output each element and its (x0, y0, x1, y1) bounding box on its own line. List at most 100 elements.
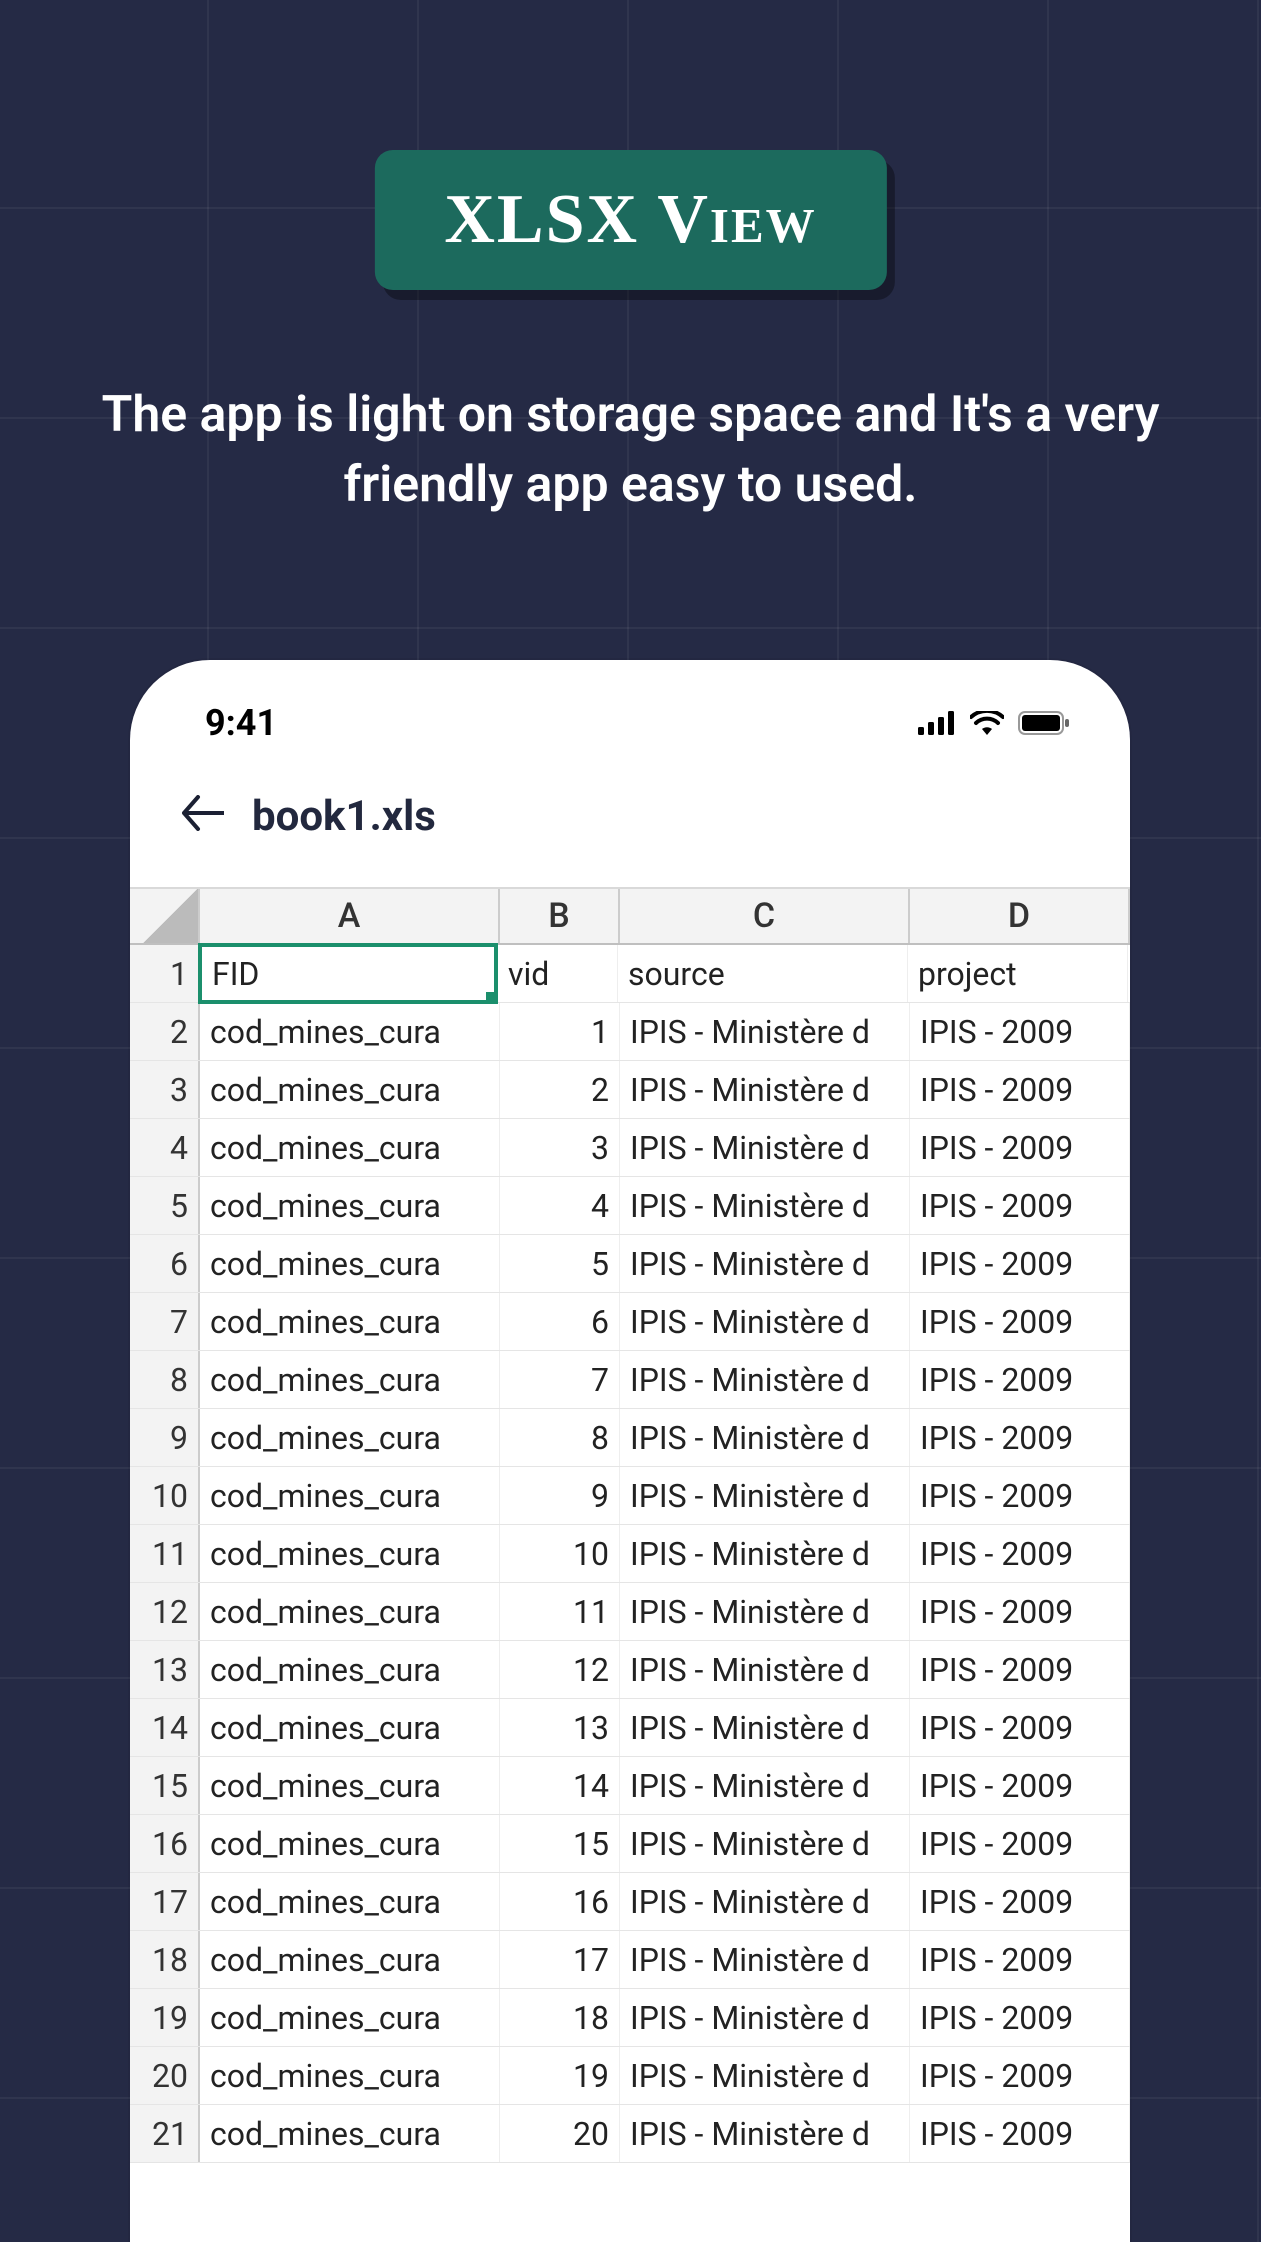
row-header[interactable]: 2 (130, 1003, 200, 1060)
row-header[interactable]: 20 (130, 2047, 200, 2104)
cell[interactable]: 19 (500, 2047, 620, 2104)
cell[interactable]: IPIS - 2009 (910, 1177, 1130, 1234)
cell[interactable]: 10 (500, 1525, 620, 1582)
cell[interactable]: IPIS - 2009 (910, 1699, 1130, 1756)
cell[interactable]: 4 (500, 1177, 620, 1234)
cell[interactable]: IPIS - 2009 (910, 2105, 1130, 2162)
cell[interactable]: cod_mines_cura (200, 1641, 500, 1698)
cell[interactable]: cod_mines_cura (200, 1583, 500, 1640)
cell[interactable]: 16 (500, 1873, 620, 1930)
cell[interactable]: IPIS - Ministère d (620, 1757, 910, 1814)
cell[interactable]: IPIS - 2009 (910, 1815, 1130, 1872)
cell[interactable]: IPIS - 2009 (910, 1641, 1130, 1698)
cell[interactable]: 3 (500, 1119, 620, 1176)
row-header[interactable]: 19 (130, 1989, 200, 2046)
row-header[interactable]: 8 (130, 1351, 200, 1408)
cell[interactable]: IPIS - Ministère d (620, 1583, 910, 1640)
cell[interactable]: cod_mines_cura (200, 1757, 500, 1814)
cell[interactable]: cod_mines_cura (200, 1699, 500, 1756)
cell[interactable]: cod_mines_cura (200, 1931, 500, 1988)
cell[interactable]: cod_mines_cura (200, 1815, 500, 1872)
cell[interactable]: IPIS - 2009 (910, 1989, 1130, 2046)
row-header[interactable]: 15 (130, 1757, 200, 1814)
cell[interactable]: cod_mines_cura (200, 1003, 500, 1060)
cell[interactable]: IPIS - 2009 (910, 1757, 1130, 1814)
cell[interactable]: IPIS - Ministère d (620, 1467, 910, 1524)
row-header[interactable]: 4 (130, 1119, 200, 1176)
cell[interactable]: vid (498, 945, 618, 1002)
cell[interactable]: cod_mines_cura (200, 1177, 500, 1234)
cell[interactable]: IPIS - Ministère d (620, 1235, 910, 1292)
cell[interactable]: cod_mines_cura (200, 1467, 500, 1524)
cell[interactable]: IPIS - Ministère d (620, 2047, 910, 2104)
row-header[interactable]: 1 (130, 945, 200, 1002)
cell[interactable]: cod_mines_cura (200, 1351, 500, 1408)
row-header[interactable]: 10 (130, 1467, 200, 1524)
cell[interactable]: IPIS - Ministère d (620, 1815, 910, 1872)
cell[interactable]: IPIS - 2009 (910, 1931, 1130, 1988)
cell[interactable]: 13 (500, 1699, 620, 1756)
cell[interactable]: cod_mines_cura (200, 1235, 500, 1292)
cell[interactable]: IPIS - 2009 (910, 1583, 1130, 1640)
cell[interactable]: IPIS - Ministère d (620, 1989, 910, 2046)
cell[interactable]: cod_mines_cura (200, 1409, 500, 1466)
cell[interactable]: IPIS - 2009 (910, 1003, 1130, 1060)
cell[interactable]: 5 (500, 1235, 620, 1292)
cell[interactable]: IPIS - 2009 (910, 2047, 1130, 2104)
select-all-corner[interactable] (130, 889, 200, 943)
cell[interactable]: 12 (500, 1641, 620, 1698)
cell[interactable]: IPIS - 2009 (910, 1293, 1130, 1350)
cell[interactable]: 8 (500, 1409, 620, 1466)
spreadsheet[interactable]: A B C D 1FIDvidsourceproject2cod_mines_c… (130, 887, 1130, 2163)
cell[interactable]: cod_mines_cura (200, 2047, 500, 2104)
row-header[interactable]: 14 (130, 1699, 200, 1756)
column-header-A[interactable]: A (200, 889, 500, 943)
cell[interactable]: IPIS - Ministère d (620, 1873, 910, 1930)
row-header[interactable]: 3 (130, 1061, 200, 1118)
cell[interactable]: IPIS - 2009 (910, 1467, 1130, 1524)
cell[interactable]: 17 (500, 1931, 620, 1988)
cell[interactable]: cod_mines_cura (200, 1873, 500, 1930)
cell[interactable]: 20 (500, 2105, 620, 2162)
cell[interactable]: 1 (500, 1003, 620, 1060)
cell[interactable]: IPIS - Ministère d (620, 1525, 910, 1582)
column-header-B[interactable]: B (500, 889, 620, 943)
cell[interactable]: FID (198, 943, 498, 1004)
cell[interactable]: 9 (500, 1467, 620, 1524)
row-header[interactable]: 16 (130, 1815, 200, 1872)
cell[interactable]: IPIS - 2009 (910, 1351, 1130, 1408)
row-header[interactable]: 9 (130, 1409, 200, 1466)
cell[interactable]: IPIS - Ministère d (620, 1061, 910, 1118)
cell[interactable]: IPIS - 2009 (910, 1873, 1130, 1930)
row-header[interactable]: 12 (130, 1583, 200, 1640)
column-header-D[interactable]: D (910, 889, 1130, 943)
back-arrow-icon[interactable] (180, 790, 224, 842)
row-header[interactable]: 11 (130, 1525, 200, 1582)
cell[interactable]: source (618, 945, 908, 1002)
cell[interactable]: 2 (500, 1061, 620, 1118)
cell[interactable]: 11 (500, 1583, 620, 1640)
cell[interactable]: 14 (500, 1757, 620, 1814)
cell[interactable]: 18 (500, 1989, 620, 2046)
cell[interactable]: cod_mines_cura (200, 1293, 500, 1350)
cell[interactable]: IPIS - 2009 (910, 1235, 1130, 1292)
cell[interactable]: IPIS - Ministère d (620, 1409, 910, 1466)
column-header-C[interactable]: C (620, 889, 910, 943)
row-header[interactable]: 7 (130, 1293, 200, 1350)
row-header[interactable]: 17 (130, 1873, 200, 1930)
cell[interactable]: IPIS - 2009 (910, 1525, 1130, 1582)
cell[interactable]: 15 (500, 1815, 620, 1872)
row-header[interactable]: 5 (130, 1177, 200, 1234)
cell[interactable]: IPIS - Ministère d (620, 1699, 910, 1756)
cell[interactable]: IPIS - Ministère d (620, 2105, 910, 2162)
cell[interactable]: IPIS - Ministère d (620, 1177, 910, 1234)
cell[interactable]: 7 (500, 1351, 620, 1408)
cell[interactable]: IPIS - Ministère d (620, 1351, 910, 1408)
cell[interactable]: IPIS - 2009 (910, 1409, 1130, 1466)
cell[interactable]: IPIS - 2009 (910, 1061, 1130, 1118)
cell[interactable]: 6 (500, 1293, 620, 1350)
cell[interactable]: cod_mines_cura (200, 1989, 500, 2046)
row-header[interactable]: 6 (130, 1235, 200, 1292)
cell[interactable]: project (908, 945, 1128, 1002)
cell[interactable]: IPIS - Ministère d (620, 1293, 910, 1350)
